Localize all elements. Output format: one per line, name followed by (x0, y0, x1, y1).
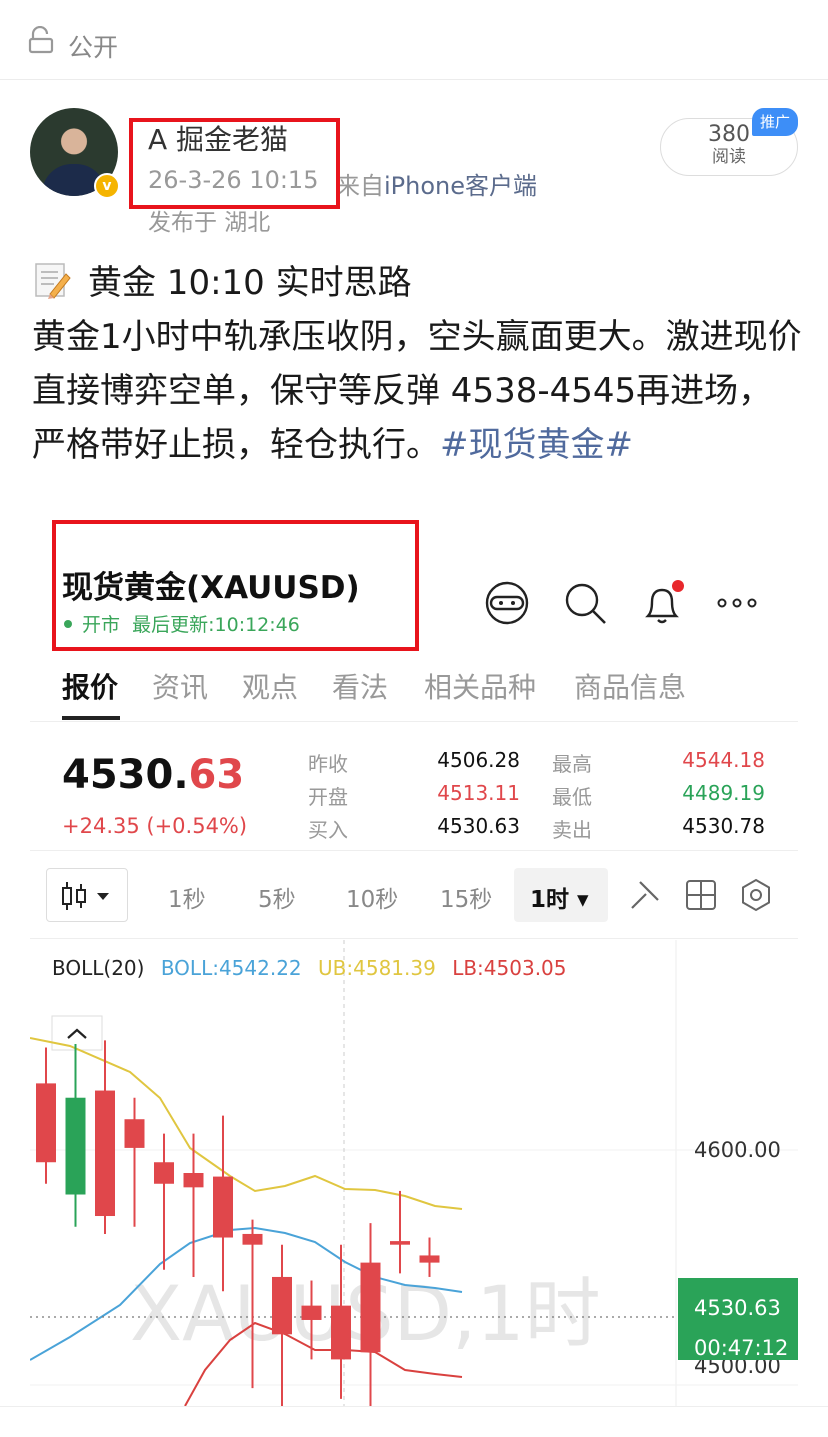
attached-image[interactable]: 现货黄金(XAUUSD) 开市 最后更新:10:12:46 报价 资讯 观点 看… (30, 520, 798, 1406)
body-text: 黄金1小时中轨承压收阴，空头赢面更大。激进现价直接博弈空单，保守等反弹 4538… (32, 317, 802, 465)
boll-upper-band (30, 1037, 463, 1210)
stat-label: 最低 (552, 785, 592, 809)
candle-body (124, 1119, 145, 1148)
stat-value: 4489.19 (682, 781, 765, 805)
tab-related[interactable]: 相关品种 (424, 666, 536, 706)
tab-opinion[interactable]: 观点 (242, 666, 298, 706)
lock-icon (28, 26, 54, 54)
stat-value: 4506.28 (437, 748, 520, 772)
post-headline: 黄金 10:10 实时思路 (32, 256, 802, 310)
timeframe-1h[interactable]: 1时 ▾ (530, 880, 589, 914)
boll-value: BOLL:4542.22 (160, 956, 302, 980)
price-dec: 63 (188, 752, 245, 798)
highlight-box (129, 118, 340, 209)
current-price: 4530.63 (694, 1296, 781, 1320)
visibility-bar: 公开 (0, 0, 828, 80)
robot-icon[interactable] (482, 578, 532, 628)
stat-label: 开盘 (308, 785, 348, 809)
price-change: +24.35 (+0.54%) (62, 814, 248, 838)
candle-body (65, 1097, 86, 1195)
headline-text: 黄金 10:10 实时思路 (88, 263, 412, 303)
verified-badge-icon: v (94, 173, 120, 199)
highlight-box (52, 520, 419, 651)
tab-news[interactable]: 资讯 (152, 666, 208, 706)
stat-value: 4530.78 (682, 814, 765, 838)
stat-label: 昨收 (308, 752, 348, 776)
bottom-bar (0, 1406, 828, 1437)
timeframe-1s[interactable]: 1秒 (168, 880, 206, 914)
ub-value: UB:4581.39 (318, 956, 436, 980)
chart-type-selector[interactable] (46, 868, 128, 922)
current-price-tag: 4530.63 00:47:12 (678, 1278, 798, 1360)
candle-body (213, 1176, 233, 1238)
indicator-legend: BOLL(20) BOLL:4542.22 UB:4581.39 LB:4503… (52, 956, 577, 980)
last-price: 4530.63 (62, 752, 244, 798)
candle-body (183, 1173, 204, 1188)
source-client[interactable]: iPhone客户端 (384, 172, 537, 200)
stat-label: 买入 (308, 818, 348, 842)
grid-layout-icon[interactable] (684, 878, 718, 912)
tab-view[interactable]: 看法 (332, 666, 388, 706)
candle-countdown: 00:47:12 (694, 1336, 789, 1360)
candle-body (331, 1305, 351, 1360)
price-int: 4530. (62, 752, 189, 798)
stat-label: 最高 (552, 752, 592, 776)
visibility-label: 公开 (68, 33, 119, 62)
candle-body (301, 1305, 322, 1320)
promote-badge[interactable]: 推广 (752, 108, 798, 136)
divider (30, 938, 798, 939)
memo-icon (35, 263, 71, 299)
tab-product-info[interactable]: 商品信息 (574, 666, 686, 706)
hashtag-link[interactable]: #现货黄金# (440, 425, 633, 465)
candle-body (390, 1241, 410, 1245)
timeframe-15s[interactable]: 15秒 (440, 880, 492, 914)
candle-body (242, 1233, 263, 1245)
y-axis-label: 4600.00 (694, 1138, 781, 1162)
candle-body (36, 1083, 56, 1163)
settings-hexagon-icon[interactable] (738, 877, 774, 913)
indicator-name: BOLL(20) (52, 956, 145, 980)
candlestick-icon (62, 882, 109, 910)
timeframe-10s[interactable]: 10秒 (346, 880, 398, 914)
stat-value: 4513.11 (437, 781, 520, 805)
post-text: 黄金 10:10 实时思路 黄金1小时中轨承压收阴，空头赢面更大。激进现价直接博… (32, 256, 802, 472)
draw-tool-icon[interactable] (626, 876, 664, 914)
candle-body (360, 1262, 381, 1353)
post-source: 来自iPhone客户端 (336, 166, 537, 201)
divider (30, 721, 798, 722)
tab-quote[interactable]: 报价 (62, 666, 118, 706)
search-icon[interactable] (560, 578, 610, 628)
read-label: 阅读 (712, 147, 746, 167)
active-tab-indicator (62, 716, 120, 720)
timeframe-5s[interactable]: 5秒 (258, 880, 296, 914)
post-body: 黄金1小时中轨承压收阴，空头赢面更大。激进现价直接博弈空单，保守等反弹 4538… (32, 310, 802, 472)
more-icon[interactable] (712, 578, 762, 628)
bell-icon[interactable] (636, 578, 686, 628)
source-prefix: 来自 (336, 172, 384, 200)
candle-body (95, 1090, 115, 1217)
stat-label: 卖出 (552, 818, 592, 842)
candle-body (154, 1162, 174, 1184)
stat-value: 4530.63 (437, 814, 520, 838)
divider (30, 850, 798, 851)
lb-value: LB:4503.05 (452, 956, 567, 980)
candle-body (272, 1276, 292, 1335)
stat-value: 4544.18 (682, 748, 765, 772)
candle-body (419, 1255, 440, 1263)
